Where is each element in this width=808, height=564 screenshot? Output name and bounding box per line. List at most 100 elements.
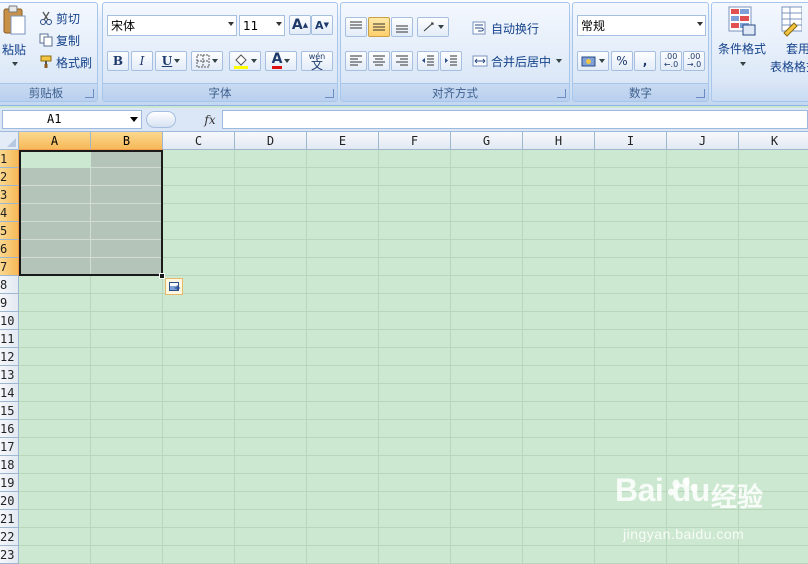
percent-style-button[interactable]: %: [611, 51, 633, 71]
fill-color-button[interactable]: [229, 51, 261, 71]
accounting-format-dropdown-icon[interactable]: [599, 59, 605, 63]
font-color-button[interactable]: A: [265, 51, 297, 71]
column-header-a[interactable]: A: [19, 132, 91, 150]
font-dialog-launcher-icon[interactable]: [325, 89, 334, 98]
paste-options-button[interactable]: +: [165, 278, 183, 295]
row-header-18[interactable]: 18: [0, 456, 19, 474]
row-header-2[interactable]: 2: [0, 168, 19, 186]
increase-decimal-button[interactable]: .00 ←.0: [660, 51, 682, 71]
comma-label: ,: [642, 54, 648, 68]
grow-font-button[interactable]: A ▲: [289, 15, 311, 35]
number-format-dropdown-icon[interactable]: [697, 22, 703, 26]
font-name-dropdown-icon[interactable]: [228, 22, 234, 26]
insert-function-button[interactable]: fx: [200, 110, 220, 130]
format-painter-button[interactable]: 格式刷: [39, 52, 92, 72]
font-size-combo[interactable]: 11: [239, 15, 285, 36]
column-header-h[interactable]: H: [523, 132, 595, 150]
increase-indent-button[interactable]: [440, 51, 462, 71]
copy-button[interactable]: 复制: [39, 30, 80, 50]
shrink-font-button[interactable]: A ▼: [311, 15, 333, 35]
row-header-3[interactable]: 3: [0, 186, 19, 204]
column-header-g[interactable]: G: [451, 132, 523, 150]
orientation-dropdown-icon[interactable]: [438, 25, 444, 29]
row-header-4[interactable]: 4: [0, 204, 19, 222]
row-header-12[interactable]: 12: [0, 348, 19, 366]
row-header-8[interactable]: 8: [0, 276, 19, 294]
row-header-19[interactable]: 19: [0, 474, 19, 492]
number-format-combo[interactable]: 常规: [577, 15, 706, 36]
align-bottom-icon: [396, 25, 408, 33]
formula-bar-splitter[interactable]: [146, 111, 176, 128]
cut-button[interactable]: 剪切: [39, 8, 80, 28]
column-header-i[interactable]: I: [595, 132, 667, 150]
row-header-21[interactable]: 21: [0, 510, 19, 528]
paste-dropdown-icon[interactable]: [12, 62, 18, 66]
row-header-1[interactable]: 1: [0, 150, 19, 168]
conditional-format-label: 条件格式: [717, 42, 766, 56]
merge-center-dropdown-icon[interactable]: [556, 59, 563, 63]
font-name-combo[interactable]: 宋体: [107, 15, 237, 36]
align-bottom-button[interactable]: [391, 17, 413, 37]
number-dialog-launcher-icon[interactable]: [696, 89, 705, 98]
decrease-decimal-button[interactable]: .00 →.0: [683, 51, 705, 71]
row-header-17[interactable]: 17: [0, 438, 19, 456]
select-all-button[interactable]: [0, 132, 19, 150]
row-header-11[interactable]: 11: [0, 330, 19, 348]
align-top-button[interactable]: [345, 17, 367, 37]
underline-button[interactable]: U: [155, 51, 187, 71]
fill-color-dropdown-icon[interactable]: [251, 59, 257, 63]
borders-button[interactable]: [191, 51, 223, 71]
row-header-23[interactable]: 23: [0, 546, 19, 564]
row-header-15[interactable]: 15: [0, 402, 19, 420]
name-box[interactable]: A1: [2, 110, 142, 129]
row-header-5[interactable]: 5: [0, 222, 19, 240]
name-box-dropdown-icon[interactable]: [130, 117, 138, 122]
column-header-d[interactable]: D: [235, 132, 307, 150]
conditional-format-icon: [728, 6, 756, 36]
row-header-22[interactable]: 22: [0, 528, 19, 546]
align-middle-button[interactable]: [368, 17, 390, 37]
alignment-dialog-launcher-icon[interactable]: [557, 89, 566, 98]
formula-input[interactable]: [222, 110, 808, 129]
row-header-14[interactable]: 14: [0, 384, 19, 402]
column-header-b[interactable]: B: [91, 132, 163, 150]
clipboard-dialog-launcher-icon[interactable]: [85, 89, 94, 98]
comma-style-button[interactable]: ,: [634, 51, 656, 71]
row-header-13[interactable]: 13: [0, 366, 19, 384]
wrap-text-button[interactable]: 自动换行: [472, 18, 539, 38]
row-header-7[interactable]: 7: [0, 258, 19, 276]
conditional-format-button[interactable]: 条件格式: [714, 5, 770, 66]
align-right-button[interactable]: [391, 51, 413, 71]
font-size-dropdown-icon[interactable]: [276, 22, 282, 26]
column-header-j[interactable]: J: [667, 132, 739, 150]
paste-button[interactable]: 粘贴: [0, 5, 29, 77]
column-header-f[interactable]: F: [379, 132, 451, 150]
bold-button[interactable]: B: [107, 51, 129, 71]
row-header-10[interactable]: 10: [0, 312, 19, 330]
active-cell[interactable]: [21, 152, 91, 168]
conditional-format-dropdown-icon[interactable]: [740, 62, 746, 66]
borders-dropdown-icon[interactable]: [212, 59, 218, 63]
row-header-6[interactable]: 6: [0, 240, 19, 258]
decrease-indent-button[interactable]: [417, 51, 439, 71]
column-headers: ABCDEFGHIJK: [19, 132, 808, 150]
format-as-table-button[interactable]: 套用 表格格式: [770, 5, 808, 75]
align-left-button[interactable]: [345, 51, 367, 71]
column-header-c[interactable]: C: [163, 132, 235, 150]
underline-dropdown-icon[interactable]: [174, 59, 181, 63]
row-header-20[interactable]: 20: [0, 492, 19, 510]
baidu-jingyan-watermark: Bai du 经验 jingyan.baidu.com: [615, 472, 805, 552]
row-header-16[interactable]: 16: [0, 420, 19, 438]
align-center-button[interactable]: [368, 51, 390, 71]
merge-center-button[interactable]: 合并后居中: [472, 51, 563, 71]
phonetic-button[interactable]: wén 文: [301, 51, 333, 71]
italic-button[interactable]: I: [131, 51, 153, 71]
font-color-dropdown-icon[interactable]: [284, 59, 291, 63]
column-header-e[interactable]: E: [307, 132, 379, 150]
orientation-button[interactable]: [417, 17, 449, 37]
select-all-triangle-icon: [7, 138, 16, 147]
accounting-format-button[interactable]: [577, 51, 609, 71]
selected-range[interactable]: [19, 150, 163, 276]
row-header-9[interactable]: 9: [0, 294, 19, 312]
column-header-k[interactable]: K: [739, 132, 808, 150]
